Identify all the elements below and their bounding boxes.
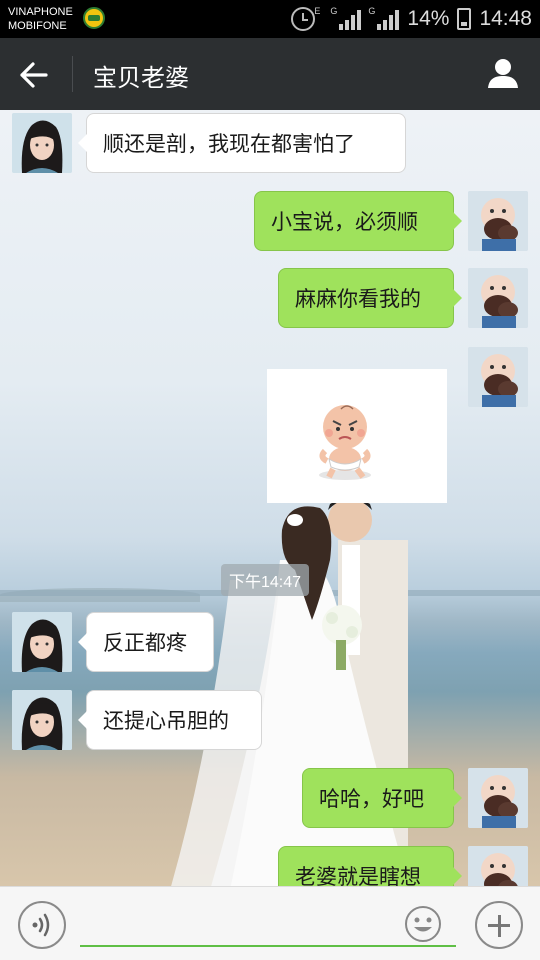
battery-percent: 14% xyxy=(407,7,450,30)
message-bubble-outgoing[interactable]: 老婆就是瞎想 xyxy=(278,846,462,886)
chat-area[interactable]: 顺还是剖，我现在都害怕了 小宝说，必须顺 麻麻你看我的 下午14:47 反正都疼… xyxy=(0,110,540,886)
angry-baby-sticker xyxy=(319,405,371,480)
battery-icon xyxy=(457,8,472,30)
message-input[interactable] xyxy=(80,901,456,947)
status-time: 14:48 xyxy=(479,7,532,30)
emoji-button[interactable] xyxy=(404,905,442,943)
arrow-left-icon xyxy=(20,62,48,88)
contact-avatar[interactable] xyxy=(12,690,72,750)
avatar-image xyxy=(12,612,72,672)
message-bubble-incoming[interactable]: 顺还是剖，我现在都害怕了 xyxy=(78,113,406,173)
voice-button[interactable] xyxy=(18,901,66,949)
message-bubble-outgoing[interactable]: 小宝说，必须顺 xyxy=(254,191,462,251)
my-avatar[interactable] xyxy=(468,347,528,407)
carrier-info: VINAPHONE MOBIFONE xyxy=(8,5,73,33)
back-button[interactable] xyxy=(18,58,54,92)
contact-avatar[interactable] xyxy=(12,612,72,672)
smiley-icon xyxy=(405,906,441,942)
signal-icon: G xyxy=(330,6,362,30)
profile-button[interactable] xyxy=(486,56,520,90)
contact-avatar[interactable] xyxy=(12,113,72,173)
network-label: E xyxy=(314,6,321,16)
header-divider xyxy=(72,56,73,92)
message-bubble-incoming[interactable]: 反正都疼 xyxy=(78,612,214,672)
my-avatar[interactable] xyxy=(468,768,528,828)
network-label: G xyxy=(330,6,338,16)
carrier-badge-icon xyxy=(83,7,105,29)
input-bar xyxy=(0,886,540,960)
my-avatar[interactable] xyxy=(468,268,528,328)
network-label: G xyxy=(368,6,376,16)
message-bubble-outgoing[interactable]: 麻麻你看我的 xyxy=(278,268,462,328)
carrier-1: VINAPHONE xyxy=(8,6,73,18)
avatar-image xyxy=(12,113,72,173)
my-avatar[interactable] xyxy=(468,191,528,251)
avatar-image xyxy=(468,768,528,828)
status-icons: E G G 14% 14:48 xyxy=(291,4,532,34)
signal-icon: G xyxy=(368,6,400,30)
message-timestamp: 下午14:47 xyxy=(221,564,309,596)
message-bubble-outgoing[interactable]: 哈哈，好吧 xyxy=(302,768,462,828)
carrier-2: MOBIFONE xyxy=(8,20,67,32)
my-avatar[interactable] xyxy=(468,846,528,886)
chat-header: 宝贝老婆 xyxy=(0,38,540,110)
voice-icon xyxy=(32,913,50,937)
status-bar: VINAPHONE MOBIFONE E G G 14% 14:48 xyxy=(0,0,540,38)
avatar-image xyxy=(468,347,528,407)
person-icon xyxy=(488,59,518,88)
chat-title: 宝贝老婆 xyxy=(93,64,189,92)
sticker-message[interactable] xyxy=(267,369,447,503)
message-bubble-incoming[interactable]: 还提心吊胆的 xyxy=(78,690,262,750)
alarm-clock-icon xyxy=(291,7,316,31)
avatar-image xyxy=(468,191,528,251)
more-options-button[interactable] xyxy=(475,901,523,949)
avatar-image xyxy=(468,268,528,328)
avatar-image xyxy=(468,846,528,886)
avatar-image xyxy=(12,690,72,750)
